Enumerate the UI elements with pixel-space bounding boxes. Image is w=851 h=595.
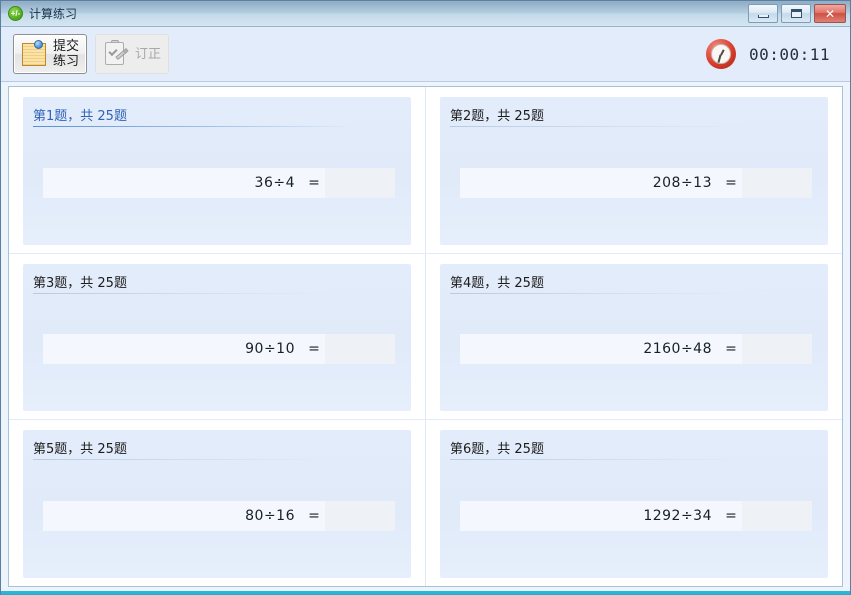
question-card[interactable]: 第5题，共 25题 80÷16 = (23, 430, 411, 578)
window-title: 计算练习 (29, 5, 77, 22)
question-cell-5: 第5题，共 25题 80÷16 = (9, 420, 425, 586)
question-row: 36÷4 = (33, 168, 401, 198)
expression-text: 90÷10 (245, 341, 295, 357)
question-card[interactable]: 第1题，共 25题 36÷4 = (23, 97, 411, 245)
equals-sign: = (720, 168, 742, 198)
maximize-icon (782, 5, 810, 22)
question-header: 第5题，共 25题 (33, 438, 401, 460)
expression-box: 36÷4 (43, 168, 303, 198)
maximize-button[interactable] (781, 4, 811, 23)
question-row: 80÷16 = (33, 501, 401, 531)
question-card[interactable]: 第2题，共 25题 208÷13 = (440, 97, 828, 245)
answer-input[interactable] (742, 501, 812, 531)
question-row: 1292÷34 = (450, 501, 818, 531)
expression-text: 80÷16 (245, 508, 295, 524)
expression-box: 1292÷34 (460, 501, 720, 531)
question-row: 208÷13 = (450, 168, 818, 198)
window-controls: ✕ (748, 4, 846, 23)
toolbar: 提交 练习 订正 00:00:11 (1, 27, 850, 82)
question-header: 第1题，共 25题 (33, 105, 401, 127)
correct-label: 订正 (135, 47, 161, 62)
question-row: 2160÷48 = (450, 334, 818, 364)
timer: 00:00:11 (706, 39, 830, 69)
expression-text: 36÷4 (255, 175, 295, 191)
correct-button[interactable]: 订正 (95, 34, 169, 74)
question-cell-2: 第2题，共 25题 208÷13 = (426, 87, 842, 253)
expression-box: 208÷13 (460, 168, 720, 198)
question-header: 第2题，共 25题 (450, 105, 818, 127)
question-header: 第4题，共 25题 (450, 272, 818, 294)
question-header: 第3题，共 25题 (33, 272, 401, 294)
application-window: +/- 计算练习 ✕ 提交 练习 (0, 0, 851, 595)
question-row: 90÷10 = (33, 334, 401, 364)
answer-input[interactable] (325, 168, 395, 198)
minimize-button[interactable] (748, 4, 778, 23)
questions-grid: 第1题，共 25题 36÷4 = 第2题，共 25题 (9, 87, 842, 586)
clock-icon (706, 39, 736, 69)
expression-text: 208÷13 (653, 175, 712, 191)
answer-input[interactable] (742, 168, 812, 198)
app-icon: +/- (8, 6, 23, 21)
answer-input[interactable] (325, 334, 395, 364)
title-bar[interactable]: +/- 计算练习 ✕ (1, 1, 850, 27)
timer-value: 00:00:11 (749, 45, 830, 64)
equals-sign: = (303, 334, 325, 364)
question-cell-1: 第1题，共 25题 36÷4 = (9, 87, 425, 253)
question-cell-6: 第6题，共 25题 1292÷34 = (426, 420, 842, 586)
question-card[interactable]: 第3题，共 25题 90÷10 = (23, 264, 411, 412)
notepad-icon (21, 40, 49, 68)
close-button[interactable]: ✕ (814, 4, 846, 23)
question-cell-4: 第4题，共 25题 2160÷48 = (426, 254, 842, 420)
question-card[interactable]: 第6题，共 25题 1292÷34 = (440, 430, 828, 578)
expression-box: 90÷10 (43, 334, 303, 364)
expression-text: 1292÷34 (643, 508, 712, 524)
questions-panel: 第1题，共 25题 36÷4 = 第2题，共 25题 (8, 86, 843, 587)
submit-exercise-label: 提交 练习 (53, 39, 79, 69)
question-card[interactable]: 第4题，共 25题 2160÷48 = (440, 264, 828, 412)
close-icon: ✕ (815, 5, 845, 22)
minimize-icon (749, 5, 777, 22)
answer-input[interactable] (742, 334, 812, 364)
submit-exercise-button[interactable]: 提交 练习 (13, 34, 87, 74)
expression-text: 2160÷48 (643, 341, 712, 357)
question-cell-3: 第3题，共 25题 90÷10 = (9, 254, 425, 420)
equals-sign: = (720, 501, 742, 531)
equals-sign: = (303, 501, 325, 531)
question-header: 第6题，共 25题 (450, 438, 818, 460)
expression-box: 80÷16 (43, 501, 303, 531)
equals-sign: = (720, 334, 742, 364)
clipboard-check-pencil-icon (103, 40, 131, 68)
answer-input[interactable] (325, 501, 395, 531)
equals-sign: = (303, 168, 325, 198)
expression-box: 2160÷48 (460, 334, 720, 364)
